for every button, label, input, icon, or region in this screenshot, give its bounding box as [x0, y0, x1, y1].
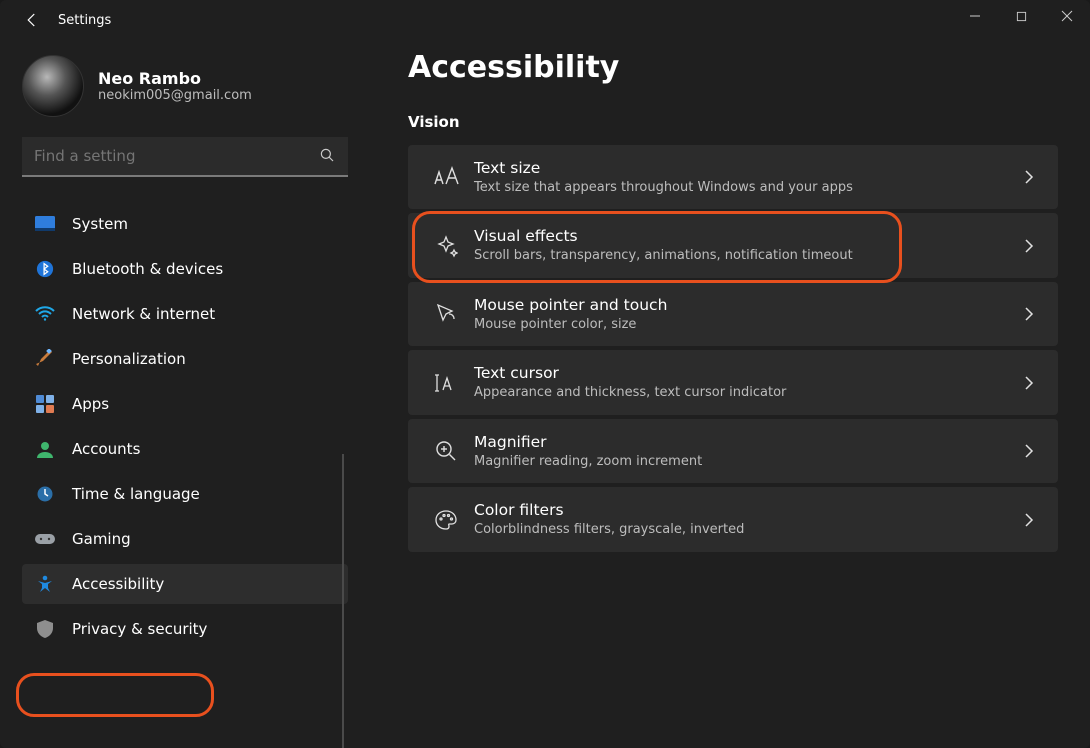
nav-label: Accessibility — [72, 575, 164, 593]
avatar — [22, 55, 84, 117]
profile-email: neokim005@gmail.com — [98, 88, 252, 103]
card-sub: Scroll bars, transparency, animations, n… — [474, 247, 1018, 265]
nav-list: System Bluetooth & devices Network & int… — [22, 199, 348, 748]
search-icon — [318, 146, 336, 164]
accessibility-icon — [34, 574, 56, 594]
sidebar-item-system[interactable]: System — [22, 204, 348, 244]
minimize-icon — [969, 10, 981, 22]
nav-label: Accounts — [72, 440, 140, 458]
shield-icon — [34, 620, 56, 638]
scrollbar[interactable] — [342, 454, 344, 748]
sidebar-item-time-language[interactable]: Time & language — [22, 474, 348, 514]
sidebar-item-network[interactable]: Network & internet — [22, 294, 348, 334]
profile-block[interactable]: Neo Rambo neokim005@gmail.com — [22, 55, 348, 117]
content-pane: Accessibility Vision Text size Text size… — [360, 40, 1090, 748]
cursor-icon — [426, 302, 466, 326]
back-arrow-icon — [23, 11, 41, 29]
card-visual-effects[interactable]: Visual effects Scroll bars, transparency… — [408, 213, 1058, 277]
sidebar: Neo Rambo neokim005@gmail.com © QuanTriM… — [0, 40, 360, 748]
nav-label: Bluetooth & devices — [72, 260, 223, 278]
chevron-right-icon — [1018, 375, 1040, 391]
chevron-right-icon — [1018, 238, 1040, 254]
card-title: Visual effects — [474, 226, 1018, 247]
card-text-cursor[interactable]: Text cursor Appearance and thickness, te… — [408, 350, 1058, 414]
sidebar-item-personalization[interactable]: Personalization — [22, 339, 348, 379]
chevron-right-icon — [1018, 443, 1040, 459]
nav-label: Apps — [72, 395, 109, 413]
card-sub: Mouse pointer color, size — [474, 316, 1018, 334]
card-color-filters[interactable]: Color filters Colorblindness filters, gr… — [408, 487, 1058, 551]
card-title: Color filters — [474, 500, 1018, 521]
bluetooth-icon — [34, 260, 56, 278]
minimize-button[interactable] — [952, 0, 998, 32]
nav-label: Personalization — [72, 350, 186, 368]
chevron-right-icon — [1018, 512, 1040, 528]
card-sub: Magnifier reading, zoom increment — [474, 453, 1018, 471]
chevron-right-icon — [1018, 306, 1040, 322]
profile-name: Neo Rambo — [98, 69, 252, 88]
card-title: Text size — [474, 158, 1018, 179]
palette-icon — [426, 509, 466, 531]
card-magnifier[interactable]: Magnifier Magnifier reading, zoom increm… — [408, 419, 1058, 483]
sidebar-item-accessibility[interactable]: Accessibility — [22, 564, 348, 604]
settings-window: Settings Neo Rambo neokim005@gmail.com — [0, 0, 1090, 748]
sidebar-item-accounts[interactable]: Accounts — [22, 429, 348, 469]
back-button[interactable] — [20, 8, 44, 32]
card-text-size[interactable]: Text size Text size that appears through… — [408, 145, 1058, 209]
chevron-right-icon — [1018, 169, 1040, 185]
sparkle-icon — [426, 234, 466, 258]
close-icon — [1061, 10, 1073, 22]
card-title: Text cursor — [474, 363, 1018, 384]
maximize-button[interactable] — [998, 0, 1044, 32]
card-sub: Text size that appears throughout Window… — [474, 179, 1018, 197]
sidebar-item-bluetooth[interactable]: Bluetooth & devices — [22, 249, 348, 289]
app-title: Settings — [58, 13, 111, 28]
maximize-icon — [1016, 11, 1027, 22]
card-title: Mouse pointer and touch — [474, 295, 1018, 316]
card-title: Magnifier — [474, 432, 1018, 453]
sidebar-item-gaming[interactable]: Gaming — [22, 519, 348, 559]
card-sub: Colorblindness filters, grayscale, inver… — [474, 521, 1018, 539]
sidebar-item-apps[interactable]: Apps — [22, 384, 348, 424]
magnifier-plus-icon — [426, 440, 466, 462]
search-box — [22, 137, 348, 177]
person-icon — [34, 440, 56, 458]
window-controls — [952, 0, 1090, 32]
text-cursor-icon — [426, 372, 466, 394]
nav-label: Gaming — [72, 530, 131, 548]
system-icon — [34, 216, 56, 232]
page-title: Accessibility — [408, 50, 1058, 85]
card-mouse-pointer[interactable]: Mouse pointer and touch Mouse pointer co… — [408, 282, 1058, 346]
nav-label: System — [72, 215, 128, 233]
gamepad-icon — [34, 532, 56, 546]
section-vision-label: Vision — [408, 113, 1058, 131]
nav-label: Time & language — [72, 485, 200, 503]
sidebar-item-privacy[interactable]: Privacy & security — [22, 609, 348, 649]
text-size-icon — [426, 166, 466, 188]
search-input[interactable] — [22, 137, 348, 177]
card-sub: Appearance and thickness, text cursor in… — [474, 384, 1018, 402]
wifi-icon — [34, 306, 56, 322]
clock-globe-icon — [34, 485, 56, 503]
apps-icon — [34, 395, 56, 413]
titlebar: Settings — [0, 0, 1090, 40]
close-button[interactable] — [1044, 0, 1090, 32]
nav-label: Network & internet — [72, 305, 215, 323]
paintbrush-icon — [34, 349, 56, 369]
nav-label: Privacy & security — [72, 620, 207, 638]
